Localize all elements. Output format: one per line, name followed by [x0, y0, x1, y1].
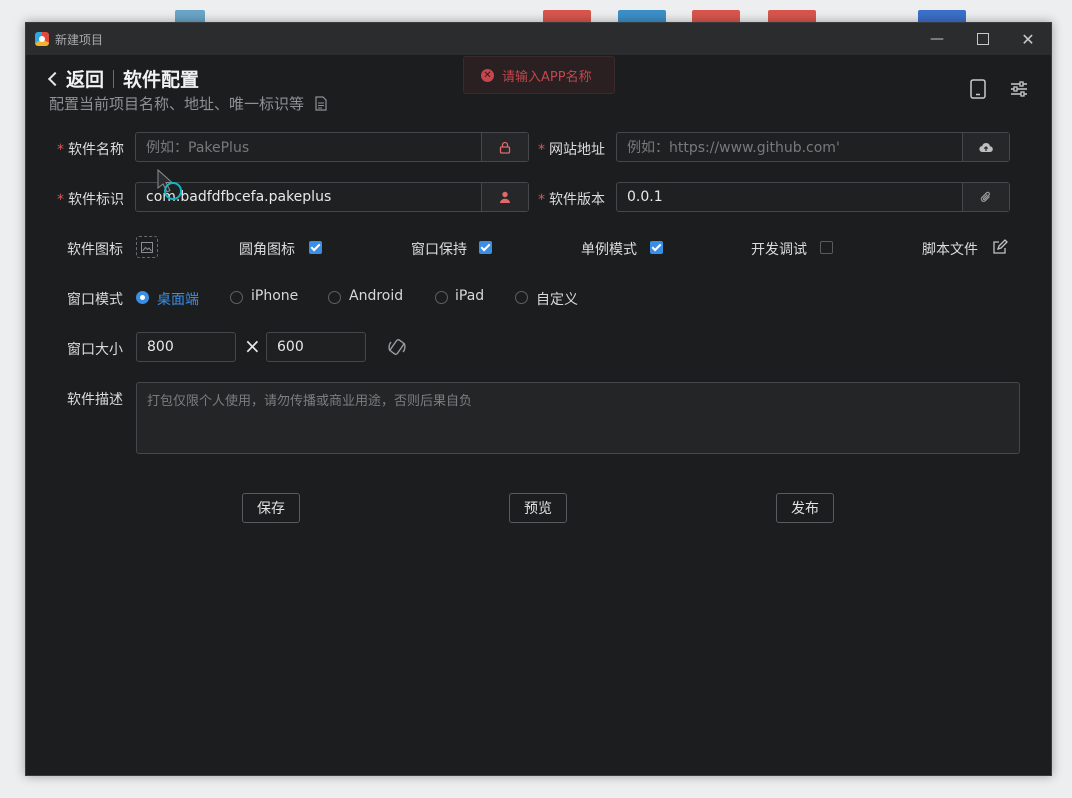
- close-button[interactable]: ✕: [1005, 23, 1051, 55]
- width-input[interactable]: 800: [136, 332, 236, 362]
- rounded-icon-label: 圆角图标: [239, 242, 295, 258]
- url-label: * 网站地址: [538, 139, 605, 159]
- radio-iphone[interactable]: [230, 291, 243, 304]
- attach-button[interactable]: [962, 183, 1009, 211]
- page-subtitle: 配置当前项目名称、地址、唯一标识等: [49, 93, 328, 114]
- required-mark: *: [57, 142, 64, 158]
- image-icon: [141, 241, 153, 253]
- lock-button[interactable]: [481, 133, 528, 161]
- height-value: 600: [277, 339, 304, 355]
- name-placeholder: 例如：PakePlus: [146, 140, 250, 156]
- identifier-value: com.​badfdfbcefa.pakeplus: [146, 189, 332, 205]
- description-textarea[interactable]: 打包仅限个人使用，请勿传播或商业用途，否则后果自负: [136, 382, 1020, 454]
- window-mode-label: 窗口模式: [67, 292, 123, 308]
- size-separator: ×: [244, 334, 261, 358]
- save-button[interactable]: 保存: [242, 493, 300, 523]
- radio-ipad-label[interactable]: iPad: [455, 288, 484, 304]
- rounded-icon-checkbox[interactable]: [309, 241, 322, 254]
- name-input[interactable]: 例如：PakePlus: [135, 132, 529, 162]
- cursor-highlight: [164, 182, 182, 200]
- width-value: 800: [147, 339, 174, 355]
- toast-message: 请输入APP名称: [502, 69, 592, 85]
- radio-iphone-label[interactable]: iPhone: [251, 288, 298, 304]
- dev-debug-checkbox[interactable]: [820, 241, 833, 254]
- user-button[interactable]: [481, 183, 528, 211]
- version-input[interactable]: 0.0.1: [616, 182, 1010, 212]
- dev-debug-label: 开发调试: [751, 242, 807, 258]
- page-title: 软件配置: [123, 69, 200, 91]
- upload-button[interactable]: [962, 133, 1009, 161]
- keep-window-label: 窗口保持: [411, 242, 467, 258]
- divider: [113, 69, 115, 88]
- paperclip-icon: [980, 191, 990, 202]
- back-button[interactable]: 返回: [47, 65, 105, 92]
- required-mark: *: [57, 192, 64, 208]
- radio-desktop[interactable]: [136, 291, 149, 304]
- version-label: * 软件版本: [538, 189, 605, 209]
- app-window: 新建项目 — ✕ 返回 软件配置 配置当前项目名称、地址、唯一标识等 ✕ 请输入…: [25, 22, 1052, 776]
- required-mark: *: [538, 192, 545, 208]
- identifier-label-text: 软件标识: [68, 192, 124, 208]
- description-label: 软件描述: [67, 392, 123, 408]
- settings-sliders-icon[interactable]: [1009, 79, 1029, 99]
- minimize-button[interactable]: —: [914, 23, 960, 55]
- single-instance-label: 单例模式: [581, 242, 637, 258]
- name-label-text: 软件名称: [68, 142, 124, 158]
- description-placeholder: 打包仅限个人使用，请勿传播或商业用途，否则后果自负: [147, 394, 473, 409]
- radio-custom[interactable]: [515, 291, 528, 304]
- url-placeholder: 例如：https://www.github.com': [627, 140, 840, 156]
- window-title: 新建项目: [55, 32, 104, 47]
- radio-desktop-label[interactable]: 桌面端: [157, 289, 199, 309]
- version-label-text: 软件版本: [549, 192, 605, 208]
- version-value: 0.0.1: [627, 189, 663, 205]
- title-bar: 新建项目 — ✕: [26, 23, 1051, 55]
- radio-ipad[interactable]: [435, 291, 448, 304]
- maximize-button[interactable]: [960, 23, 1006, 55]
- preview-button[interactable]: 预览: [509, 493, 567, 523]
- radio-android-label[interactable]: Android: [349, 288, 403, 304]
- height-input[interactable]: 600: [266, 332, 366, 362]
- keep-window-checkbox[interactable]: [479, 241, 492, 254]
- url-input[interactable]: 例如：https://www.github.com': [616, 132, 1010, 162]
- icon-upload[interactable]: [136, 236, 158, 258]
- header: 返回 软件配置: [47, 65, 200, 92]
- single-instance-checkbox[interactable]: [650, 241, 663, 254]
- error-icon: ✕: [481, 68, 494, 82]
- lock-icon: [499, 141, 511, 154]
- radio-custom-label[interactable]: 自定义: [536, 289, 578, 309]
- cloud-upload-icon: [979, 142, 993, 152]
- swap-icon[interactable]: [387, 337, 407, 357]
- script-file-label: 脚本文件: [922, 242, 978, 258]
- chevron-left-icon: [47, 71, 63, 87]
- app-logo-icon: [35, 32, 49, 46]
- publish-button[interactable]: 发布: [776, 493, 834, 523]
- document-icon[interactable]: [314, 96, 328, 111]
- radio-android[interactable]: [328, 291, 341, 304]
- user-icon: [500, 191, 510, 203]
- phone-device-icon[interactable]: [969, 79, 987, 99]
- url-label-text: 网站地址: [549, 142, 605, 158]
- required-mark: *: [538, 142, 545, 158]
- icon-label: 软件图标: [67, 242, 123, 258]
- maximize-icon: [977, 33, 989, 45]
- window-size-label: 窗口大小: [67, 342, 123, 358]
- back-label: 返回: [66, 69, 105, 91]
- identifier-label: * 软件标识: [57, 189, 124, 209]
- name-label: * 软件名称: [57, 139, 124, 159]
- error-toast: ✕ 请输入APP名称: [463, 56, 615, 94]
- edit-icon[interactable]: [992, 239, 1008, 255]
- subtitle-text: 配置当前项目名称、地址、唯一标识等: [49, 95, 305, 113]
- identifier-input[interactable]: com.​badfdfbcefa.pakeplus: [135, 182, 529, 212]
